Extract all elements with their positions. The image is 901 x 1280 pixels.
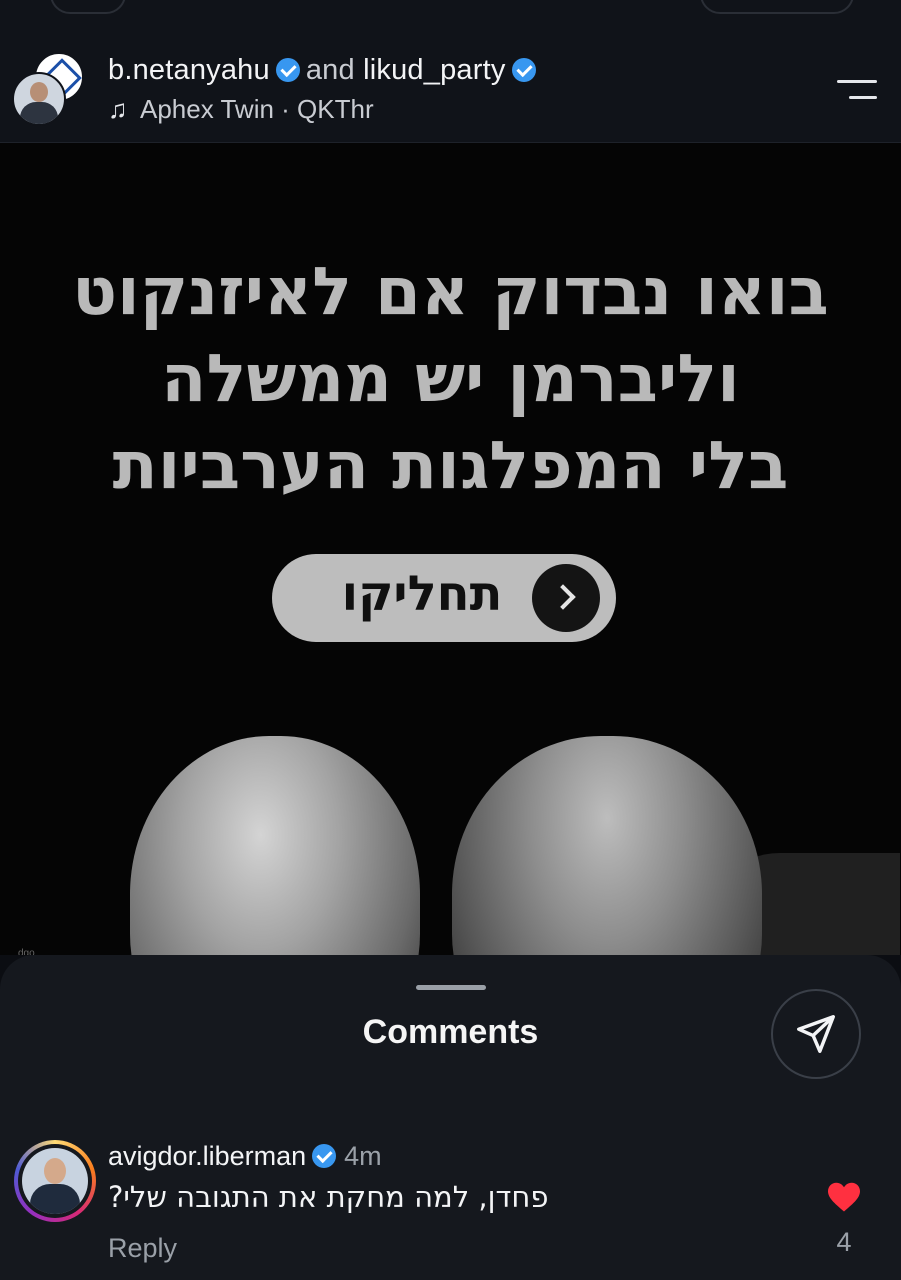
comments-title: Comments: [362, 1013, 539, 1051]
post-headline: בואו נבדוק אם לאיזנקוט וליברמן יש ממשלה …: [0, 248, 901, 509]
sheet-drag-handle[interactable]: [416, 985, 486, 990]
audio-track[interactable]: ♫ Aphex Twin · QKThr: [108, 94, 374, 125]
image-watermark: dgo: [18, 948, 35, 955]
author-username-1[interactable]: b.netanyahu: [108, 54, 270, 86]
commenter-avatar[interactable]: [14, 1140, 96, 1222]
swipe-cta-graphic: תחליקו: [272, 554, 616, 642]
comments-sheet: Comments avigdor.liberman 4m פחדן, למה מח…: [0, 955, 901, 1280]
chevron-right-icon: [532, 564, 600, 632]
headline-line: בלי המפלגות הערביות: [112, 427, 789, 504]
music-note-icon: ♫: [108, 94, 128, 124]
author-connector: and: [305, 54, 355, 86]
person-photo-right: [452, 736, 762, 955]
share-button[interactable]: [771, 989, 861, 1079]
commenter-username[interactable]: avigdor.liberman: [108, 1141, 306, 1171]
headline-line: וליברמן יש ממשלה: [161, 340, 740, 417]
politicians-photo: [0, 703, 901, 955]
headline-line: בואו נבדוק אם לאיזנקוט: [72, 253, 829, 330]
swipe-cta-label: תחליקו: [341, 566, 503, 622]
reply-button[interactable]: Reply: [108, 1233, 177, 1264]
verified-badge-icon: [312, 1144, 337, 1168]
comment-time: 4m: [344, 1141, 382, 1171]
post-authors: b.netanyahu and likud_party: [108, 54, 542, 87]
back-button-remnant[interactable]: [50, 0, 126, 14]
netanyahu-avatar[interactable]: [12, 72, 66, 126]
send-icon: [797, 1015, 835, 1053]
heart-icon[interactable]: [826, 1181, 862, 1213]
author-username-2[interactable]: likud_party: [363, 54, 505, 86]
audio-track-label: Aphex Twin · QKThr: [140, 94, 374, 124]
post-header: b.netanyahu and likud_party ♫ Aphex Twin ·…: [0, 14, 901, 143]
person-photo-left: [130, 736, 420, 955]
comment-text: פחדן, למה מחקת את התגובה שלי?: [108, 1180, 549, 1214]
collab-avatars[interactable]: [12, 52, 84, 126]
menu-icon[interactable]: [835, 76, 877, 106]
top-bar-remnant: [0, 0, 901, 14]
post-image[interactable]: בואו נבדוק אם לאיזנקוט וליברמן יש ממשלה …: [0, 143, 901, 955]
verified-badge-icon: [275, 58, 300, 82]
like-count: 4: [836, 1227, 852, 1257]
action-pill-remnant[interactable]: [700, 0, 854, 14]
verified-badge-icon: [511, 58, 536, 82]
comment-header: avigdor.liberman 4m: [108, 1141, 382, 1172]
